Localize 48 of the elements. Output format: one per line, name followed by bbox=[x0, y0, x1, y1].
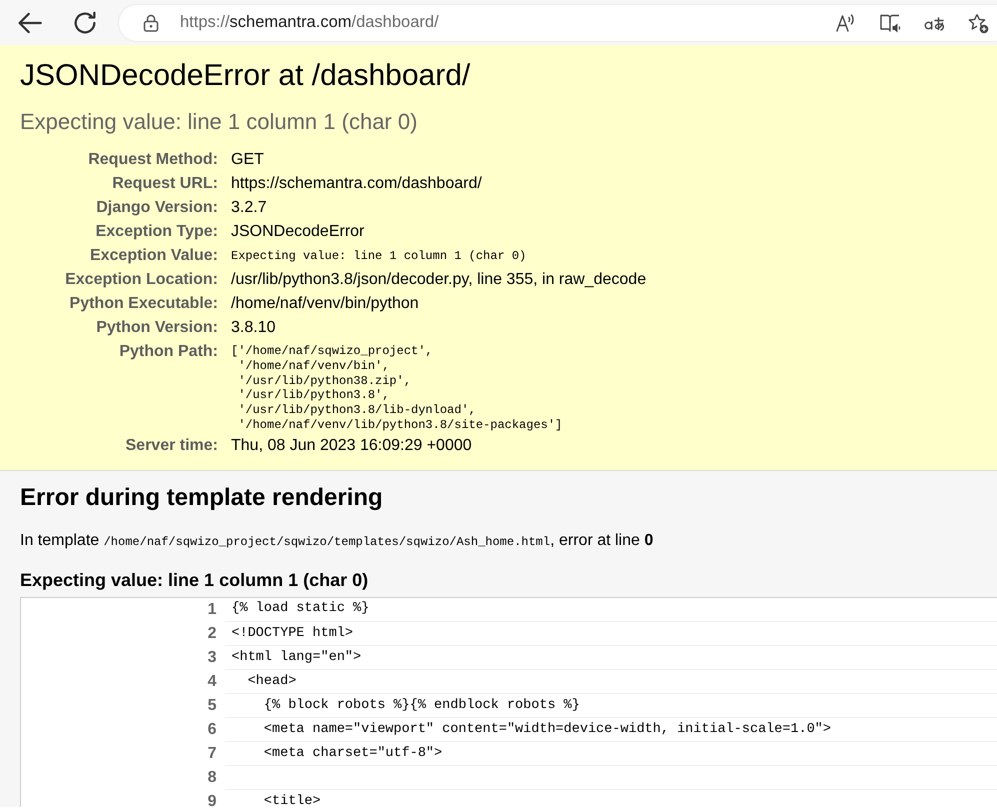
line-number: 6 bbox=[20, 718, 224, 742]
code-line: <head> bbox=[224, 670, 997, 694]
code-line: <meta name="viewport" content="width=device-width, initial-scale=1.0"> bbox=[224, 718, 997, 742]
meta-value: Thu, 08 Jun 2023 16:09:29 +0000 bbox=[231, 436, 473, 456]
meta-label: Python Executable: bbox=[20, 292, 231, 316]
line-number: 1 bbox=[20, 597, 224, 622]
meta-label: Server time: bbox=[20, 434, 231, 458]
code-line: <!DOCTYPE html> bbox=[224, 622, 997, 646]
meta-label: Request Method: bbox=[87, 150, 219, 170]
meta-value: 3.8.10 bbox=[231, 318, 276, 338]
template-error-message: Expecting value: line 1 column 1 (char 0) bbox=[20, 568, 370, 591]
meta-label: Request URL: bbox=[111, 174, 219, 194]
python-path-value: ['/home/naf/sqwizo_project', '/home/naf/venv/bin', '/usr/lib/python38.zip', '/usr/lib/python3.8', '/usr/lib/python3.8/lib-dynload', '/home/naf/venv/lib/python3.8/site-packages'] bbox=[231, 343, 564, 434]
code-line: <meta charset="utf-8"> bbox=[224, 742, 997, 766]
refresh-icon[interactable] bbox=[73, 10, 97, 34]
meta-label: Python Path: bbox=[118, 342, 219, 362]
meta-value: Expecting value: line 1 column 1 (char 0) bbox=[231, 248, 528, 265]
meta-value: https://schemantra.com/dashboard/ bbox=[231, 174, 483, 194]
meta-value: JSONDecodeError bbox=[231, 222, 366, 242]
meta-label: Django Version: bbox=[95, 198, 219, 218]
line-number: 5 bbox=[20, 694, 224, 718]
line-number: 3 bbox=[20, 646, 224, 670]
error-title: JSONDecodeError at /dashboard/ bbox=[20, 59, 472, 93]
code-line: <title> bbox=[224, 790, 997, 807]
template-info-text: In template /home/naf/sqwizo_project/sqwizo/templates/sqwizo/Ash_home.html, error at line 0 bbox=[20, 530, 654, 551]
meta-label: Exception Value: bbox=[88, 246, 219, 266]
code-line: {% load static %} bbox=[224, 597, 997, 622]
line-number: 2 bbox=[20, 622, 224, 646]
meta-value: /usr/lib/python3.8/json/decoder.py, line 355, in raw_decode bbox=[231, 270, 646, 290]
meta-value: 3.2.7 bbox=[231, 198, 268, 218]
url-text[interactable]: https://schemantra.com/dashboard/ bbox=[180, 10, 439, 35]
line-number: 8 bbox=[20, 766, 224, 790]
lock-icon bbox=[143, 14, 159, 32]
line-number: 4 bbox=[20, 670, 224, 694]
code-line: <html lang="en"> bbox=[224, 646, 997, 670]
meta-label: Exception Location: bbox=[20, 268, 231, 292]
code-line: {% block robots %}{% endblock robots %} bbox=[224, 694, 997, 718]
back-icon[interactable] bbox=[18, 10, 42, 34]
meta-value: /home/naf/venv/bin/python bbox=[231, 294, 420, 314]
section-heading: Error during template rendering bbox=[20, 484, 384, 512]
error-message: Expecting value: line 1 column 1 (char 0) bbox=[20, 109, 418, 135]
meta-label: Python Version: bbox=[95, 318, 219, 338]
meta-label: Exception Type: bbox=[20, 220, 231, 244]
meta-value: GET bbox=[231, 150, 265, 170]
address-bar[interactable]: https://schemantra.com/dashboard/ bbox=[119, 4, 997, 40]
favorites-star-icon[interactable] bbox=[967, 12, 989, 34]
line-number: 9 bbox=[20, 790, 224, 807]
line-number: 7 bbox=[20, 742, 224, 766]
